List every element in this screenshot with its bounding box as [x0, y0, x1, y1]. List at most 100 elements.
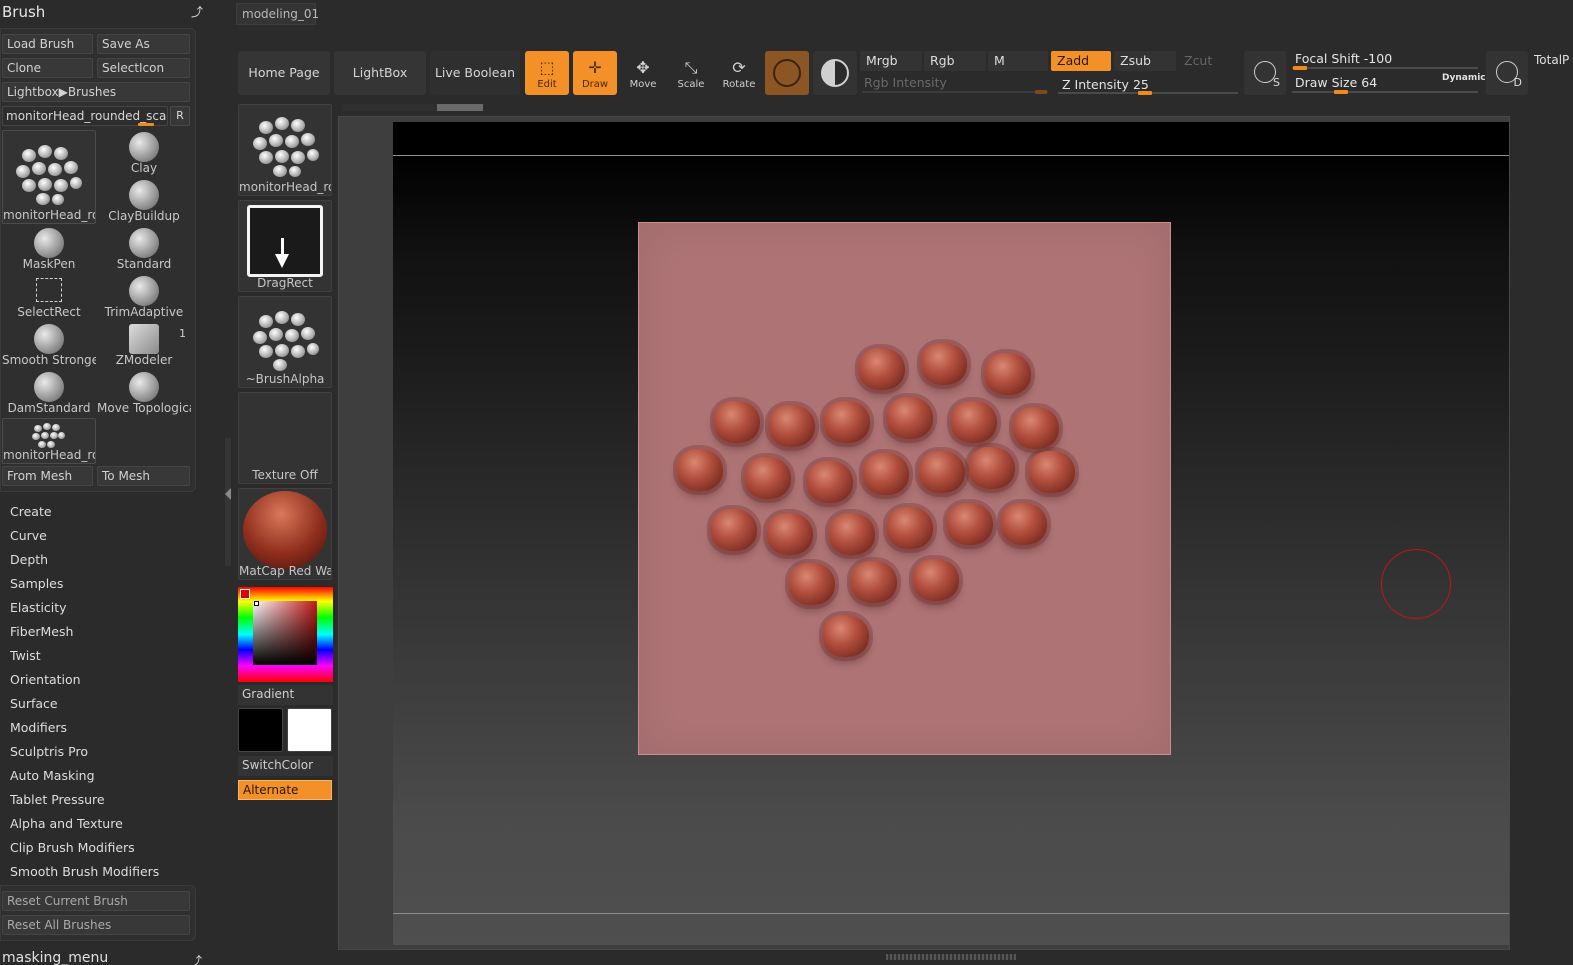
m-button[interactable]: M — [988, 51, 1048, 71]
brush-slot-monitorhead[interactable]: monitorHead_ro — [2, 130, 96, 224]
current-brush-slot[interactable]: monitorHead_ro — [238, 104, 332, 196]
submenu-depth[interactable]: Depth — [10, 552, 48, 567]
submenu-auto-masking[interactable]: Auto Masking — [10, 768, 95, 783]
zcut-button[interactable]: Zcut — [1178, 51, 1238, 71]
draw-size-label: Draw Size — [1295, 75, 1358, 90]
canvas-scroll-thumb[interactable] — [437, 104, 483, 111]
submenu-twist[interactable]: Twist — [10, 648, 41, 663]
to-mesh-button[interactable]: To Mesh — [97, 466, 190, 486]
brush-slot-selectrect[interactable]: SelectRect — [2, 274, 96, 320]
zsub-button[interactable]: Zsub — [1114, 51, 1176, 71]
home-page-button[interactable]: Home Page — [238, 51, 330, 95]
sculpt-plane[interactable] — [638, 222, 1171, 755]
submenu-curve[interactable]: Curve — [10, 528, 47, 543]
clone-button[interactable]: Clone — [2, 58, 93, 78]
bottom-shelf-handle[interactable] — [886, 954, 1016, 960]
submenu-orientation[interactable]: Orientation — [10, 672, 81, 687]
from-mesh-button[interactable]: From Mesh — [2, 466, 93, 486]
focal-shift-slider[interactable] — [1292, 67, 1478, 69]
scale-bump — [824, 401, 870, 443]
submenu-fibermesh[interactable]: FiberMesh — [10, 624, 73, 639]
primary-color-swatch[interactable] — [238, 708, 283, 752]
matcap-toggle-button[interactable] — [813, 51, 857, 95]
lightbox-button[interactable]: LightBox — [334, 51, 426, 95]
focal-shift-knob[interactable] — [1293, 66, 1307, 70]
brush-slot-standard[interactable]: Standard — [97, 226, 191, 272]
reset-current-brush-button[interactable]: Reset Current Brush — [2, 891, 190, 911]
submenu-sculptris-pro[interactable]: Sculptris Pro — [10, 744, 88, 759]
gradient-toggle[interactable]: Gradient — [238, 685, 333, 705]
brush-slot-label: ClayBuildup — [108, 209, 180, 223]
tray-divider[interactable] — [225, 438, 231, 566]
rotate-button[interactable]: ⟳ Rotate — [717, 51, 761, 95]
brush-slot-zmodeler[interactable]: ZModeler — [97, 322, 191, 368]
lightbox-brushes-button[interactable]: Lightbox▶Brushes — [2, 82, 190, 102]
reset-all-brushes-button[interactable]: Reset All Brushes — [2, 915, 190, 935]
brush-slot-damstandard[interactable]: DamStandard — [2, 370, 96, 416]
submenu-alpha-and-texture[interactable]: Alpha and Texture — [10, 816, 123, 831]
main-color-swatch[interactable] — [240, 589, 250, 599]
dynamic-toggle[interactable]: Dynamic — [1442, 73, 1486, 83]
restore-brush-button[interactable]: R — [170, 106, 190, 126]
rgb-intensity-slider[interactable] — [862, 91, 1048, 93]
masking-menu-title[interactable]: masking_menu — [2, 950, 108, 965]
brush-slot-claybuildup[interactable]: ClayBuildup — [97, 178, 191, 224]
brush-slot-label: monitorHead_ro — [3, 208, 95, 222]
zadd-button[interactable]: Zadd — [1051, 51, 1111, 71]
edit-button[interactable]: ⬚ Edit — [525, 51, 569, 95]
brush-slot-move-topological[interactable]: Move Topologica — [97, 370, 191, 416]
live-boolean-button[interactable]: Live Boolean — [430, 51, 520, 95]
secondary-color-swatch[interactable] — [287, 708, 332, 752]
collapse-arrow-icon[interactable] — [225, 488, 231, 500]
submenu-surface[interactable]: Surface — [10, 696, 58, 711]
popout-icon[interactable]: ⤴ — [190, 5, 204, 19]
popout-icon[interactable]: ⤴ — [190, 952, 202, 965]
rgb-button[interactable]: Rgb — [924, 51, 986, 71]
draw-size-slider[interactable] — [1292, 91, 1478, 93]
color-selector-handle[interactable] — [254, 601, 259, 606]
brush-slot-trimadaptive[interactable]: TrimAdaptive — [97, 274, 191, 320]
draw-size-knob[interactable] — [1334, 90, 1348, 94]
lazy-snap-button[interactable]: S — [1244, 51, 1286, 95]
submenu-modifiers[interactable]: Modifiers — [10, 720, 67, 735]
submenu-samples[interactable]: Samples — [10, 576, 63, 591]
mrgb-button[interactable]: Mrgb — [860, 51, 922, 71]
rotate-label: Rotate — [722, 79, 756, 90]
move-button[interactable]: ✥ Move — [621, 51, 665, 95]
select-icon-button[interactable]: SelectIcon — [97, 58, 190, 78]
alternate-button[interactable]: Alternate — [238, 780, 332, 800]
load-brush-button[interactable]: Load Brush — [2, 34, 93, 54]
zmodeler-brush-icon — [129, 324, 159, 354]
submenu-clip-brush-modifiers[interactable]: Clip Brush Modifiers — [10, 840, 135, 855]
brush-palette-title[interactable]: Brush — [2, 3, 45, 21]
z-intensity-knob[interactable] — [1138, 91, 1152, 95]
brush-slot-monitorhead-recent[interactable]: monitorHead_ro — [2, 418, 96, 464]
alpha-slot[interactable]: ~BrushAlpha — [238, 296, 332, 388]
scales-brush-icon — [14, 139, 84, 205]
submenu-tablet-pressure[interactable]: Tablet Pressure — [10, 792, 105, 807]
material-slot[interactable]: MatCap Red Wax — [238, 488, 332, 580]
rgb-intensity-knob[interactable] — [1035, 90, 1047, 94]
material-button[interactable] — [765, 51, 809, 95]
color-picker[interactable] — [238, 587, 333, 682]
document-tab[interactable]: modeling_01 — [236, 3, 319, 25]
brush-slot-maskpen[interactable]: MaskPen — [2, 226, 96, 272]
color-saturation-square[interactable] — [253, 601, 317, 665]
brush-slot-clay[interactable]: Clay — [97, 130, 191, 176]
material-sphere-icon — [773, 59, 801, 87]
stroke-slot[interactable]: DragRect — [238, 200, 332, 292]
save-as-button[interactable]: Save As — [97, 34, 190, 54]
brush-name-slider[interactable] — [138, 123, 154, 126]
draw-size-slider-label: Draw Size 64 — [1295, 75, 1377, 90]
dynamic-size-button[interactable]: D — [1486, 51, 1528, 95]
submenu-smooth-brush-modifiers[interactable]: Smooth Brush Modifiers — [10, 864, 159, 879]
submenu-create[interactable]: Create — [10, 504, 52, 519]
texture-slot[interactable]: Texture Off — [238, 392, 332, 484]
draw-button[interactable]: ✛ Draw — [573, 51, 617, 95]
switch-color-button[interactable]: SwitchColor — [238, 756, 333, 776]
submenu-elasticity[interactable]: Elasticity — [10, 600, 67, 615]
selectrect-brush-icon — [36, 278, 62, 302]
scale-button[interactable]: ⤡ Scale — [669, 51, 713, 95]
z-intensity-slider-label: Z Intensity 25 — [1062, 77, 1149, 92]
brush-slot-smooth-stronger[interactable]: Smooth Stronger — [2, 322, 96, 368]
